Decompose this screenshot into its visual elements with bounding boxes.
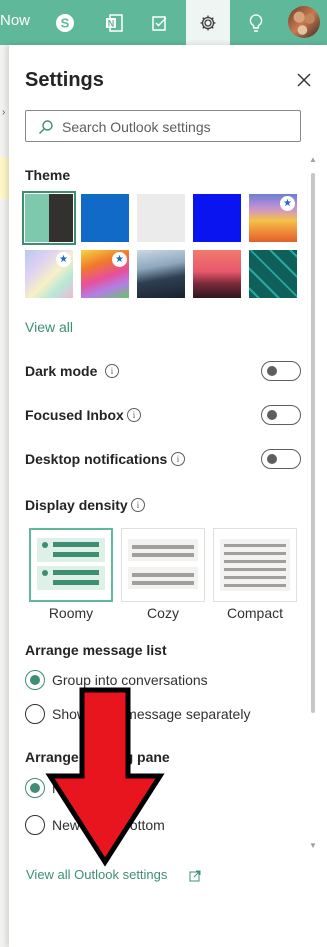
info-icon[interactable]: i (131, 498, 145, 512)
search-input[interactable]: Search Outlook settings (25, 110, 301, 142)
office-icon[interactable]: N (92, 0, 136, 45)
theme-default-green[interactable] (22, 191, 76, 245)
close-icon[interactable] (295, 71, 313, 89)
star-icon: ★ (280, 196, 295, 211)
scrollbar[interactable]: ▲ ▼ (309, 155, 317, 855)
now-text[interactable]: Now (0, 12, 30, 29)
svg-text:N: N (108, 18, 115, 28)
density-cozy-option[interactable] (121, 528, 205, 602)
theme-circuit[interactable] (249, 250, 297, 298)
search-icon (39, 120, 53, 134)
top-bar: Now S N (0, 0, 327, 45)
dark-mode-row: Dark mode i (25, 361, 301, 383)
theme-blue[interactable] (81, 194, 129, 242)
radio-selected[interactable] (25, 778, 45, 798)
group-conversations-label: Group into conversations (52, 672, 208, 688)
density-compact-option[interactable] (213, 528, 297, 602)
info-icon[interactable]: i (127, 408, 141, 422)
density-roomy-option[interactable] (29, 528, 113, 602)
desktop-notifications-row: Desktop notifications i (25, 449, 301, 471)
view-all-themes-link[interactable]: View all (25, 319, 73, 335)
density-roomy-label: Roomy (48, 605, 94, 621)
newest-on-bottom-label: Newest on bottom (52, 817, 165, 833)
theme-rainbow[interactable]: ★ (249, 194, 297, 242)
info-icon[interactable]: i (171, 452, 185, 466)
skype-icon[interactable]: S (43, 0, 87, 45)
star-icon: ★ (56, 252, 71, 267)
arrange-message-list-heading: Arrange message list (25, 642, 167, 658)
focused-inbox-row: Focused Inbox i (25, 405, 301, 427)
todo-icon[interactable] (138, 0, 182, 45)
theme-heading: Theme (25, 167, 71, 183)
scroll-up-icon[interactable]: ▲ (309, 155, 317, 164)
underlying-app-strip: › (0, 45, 9, 947)
focused-inbox-toggle[interactable] (261, 405, 301, 425)
scrollbar-thumb[interactable] (311, 173, 315, 713)
theme-bright-blue[interactable] (193, 194, 241, 242)
star-icon: ★ (112, 252, 127, 267)
scroll-down-icon[interactable]: ▼ (309, 841, 317, 850)
density-cozy-label: Cozy (147, 605, 179, 621)
focused-inbox-label: Focused Inbox (25, 407, 124, 423)
theme-palm-sunset[interactable] (193, 250, 241, 298)
view-all-outlook-settings-link[interactable]: View all Outlook settings (26, 867, 167, 882)
dark-mode-toggle[interactable] (261, 361, 301, 381)
radio-unselected[interactable] (25, 704, 45, 724)
highlight-strip (0, 157, 9, 199)
svg-text:S: S (61, 15, 70, 30)
arrange-reading-pane-heading: Arrange reading pane (25, 749, 170, 765)
newest-on-top-label: Newest on top (52, 780, 142, 796)
theme-light-gray[interactable] (137, 194, 185, 242)
desktop-notifications-label: Desktop notifications (25, 451, 168, 467)
gear-icon[interactable] (186, 0, 230, 45)
dark-mode-label: Dark mode (25, 363, 98, 379)
theme-unicorn[interactable]: ★ (81, 250, 129, 298)
display-density-heading: Display density (25, 497, 128, 513)
settings-panel: Settings Search Outlook settings ▲ ▼ The… (9, 45, 327, 947)
external-link-icon[interactable] (189, 870, 201, 882)
settings-title: Settings (25, 69, 104, 91)
avatar[interactable] (288, 6, 320, 38)
search-placeholder: Search Outlook settings (62, 119, 211, 135)
show-separately-label: Show each message separately (52, 706, 251, 722)
radio-unselected[interactable] (25, 815, 45, 835)
density-compact-label: Compact (226, 605, 284, 621)
theme-abstract-pastel[interactable]: ★ (25, 250, 73, 298)
desktop-notifications-toggle[interactable] (261, 449, 301, 469)
chevron-icon: › (2, 107, 6, 118)
lightbulb-icon[interactable] (234, 0, 278, 45)
theme-mountains[interactable] (137, 250, 185, 298)
display-density-row: Display density i (25, 495, 301, 517)
info-icon[interactable]: i (105, 364, 119, 378)
radio-selected[interactable] (25, 670, 45, 690)
